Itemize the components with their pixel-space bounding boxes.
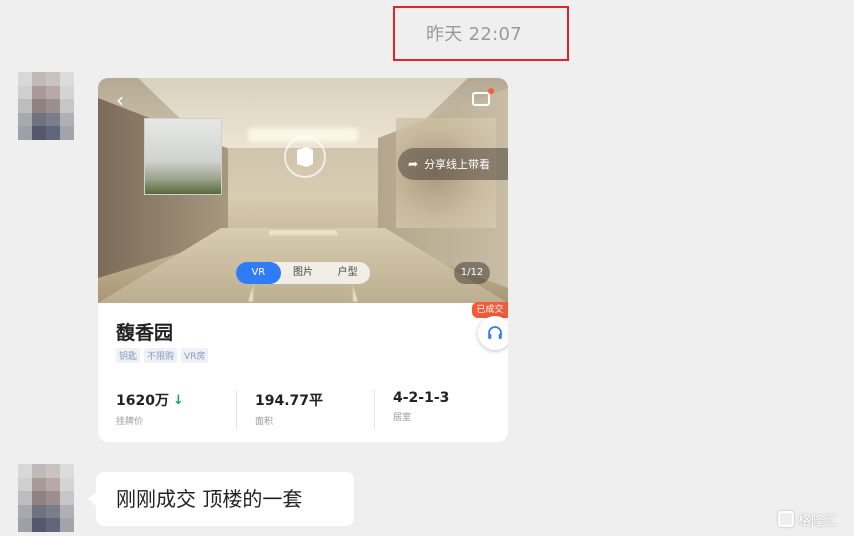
- tag-item: VR房: [181, 348, 209, 363]
- vr-photo-view[interactable]: ‹ ➦ 分享线上带看 VR 图片 户型 1/12: [98, 78, 508, 303]
- property-stats: 1620万 ↓ 挂牌价 194.77平 面积 4-2-1-3 居室: [116, 390, 496, 430]
- price-label: 挂牌价: [116, 417, 144, 427]
- property-name: 馥香园: [116, 322, 174, 344]
- chat-bubble-icon[interactable]: [472, 88, 494, 106]
- tag-item: 钥匙: [116, 348, 141, 363]
- vr-cube-icon[interactable]: [284, 136, 326, 178]
- layout-label: 居室: [393, 413, 412, 423]
- watermark-text: 格隆汇: [798, 513, 838, 529]
- share-arrow-icon: ➦: [408, 157, 419, 171]
- property-tags: 钥匙 不限购 VR房: [116, 348, 209, 363]
- share-label: 分享线上带看: [424, 158, 491, 171]
- stat-price-row: 1620万 ↓: [116, 390, 236, 410]
- chat-screen: 昨天 22:07 ‹ ➦ 分享线上带看 VR 图片 户型 1/12 已成交 馥香…: [0, 0, 854, 536]
- text-message-bubble[interactable]: 刚刚成交 顶楼的一套: [88, 472, 354, 526]
- message-timestamp: 昨天 22:07: [426, 24, 522, 45]
- layout-value: 4-2-1-3: [393, 390, 450, 406]
- photo-page-counter: 1/12: [454, 262, 490, 284]
- area-value: 194.77平: [255, 393, 324, 409]
- sender-avatar[interactable]: [18, 72, 74, 140]
- watermark: 格隆汇: [778, 508, 837, 530]
- tag-item: 不限购: [144, 348, 178, 363]
- thumbnail-preview[interactable]: [144, 118, 222, 195]
- share-button[interactable]: ➦ 分享线上带看: [398, 148, 508, 180]
- back-arrow-icon[interactable]: ‹: [116, 90, 132, 110]
- headset-icon: [488, 326, 502, 339]
- stat-area: 194.77平 面积: [236, 390, 374, 430]
- tab-floorplan[interactable]: 户型: [325, 262, 370, 284]
- stat-layout: 4-2-1-3 居室: [374, 390, 494, 430]
- down-arrow-icon: ↓: [172, 392, 184, 408]
- tab-photos[interactable]: 图片: [281, 262, 326, 284]
- stat-price: 1620万 ↓ 挂牌价: [116, 390, 236, 430]
- gelonghui-logo-icon: [778, 511, 794, 527]
- media-segmented-control[interactable]: VR 图片 户型: [236, 262, 370, 284]
- area-label: 面积: [255, 417, 274, 427]
- price-value: 1620万: [116, 393, 169, 409]
- property-card[interactable]: ‹ ➦ 分享线上带看 VR 图片 户型 1/12 已成交 馥香园 钥匙 不限购 …: [98, 78, 508, 442]
- support-button[interactable]: [478, 316, 508, 350]
- sender-avatar[interactable]: [18, 464, 74, 532]
- tab-vr[interactable]: VR: [236, 262, 281, 284]
